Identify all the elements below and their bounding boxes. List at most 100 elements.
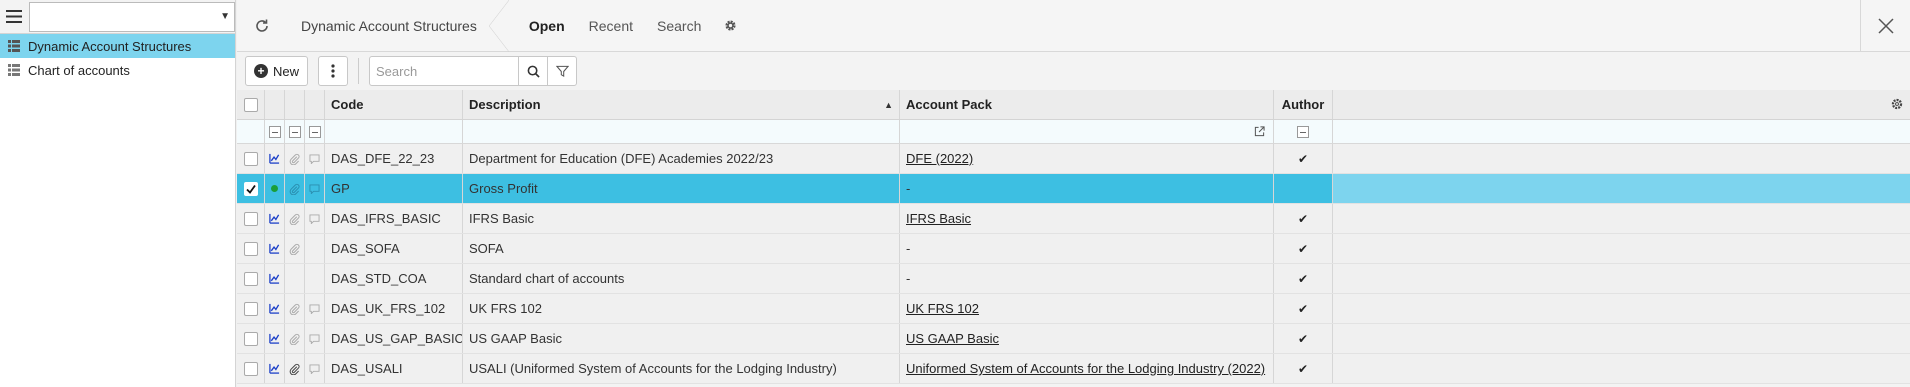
table-row[interactable]: DAS_STD_COA Standard chart of accounts - ✔: [237, 264, 1910, 294]
table-row[interactable]: DAS_USALI USALI (Uniformed System of Acco…: [237, 354, 1910, 384]
account-pack-link[interactable]: IFRS Basic: [906, 211, 971, 226]
chart-link-icon[interactable]: [269, 243, 280, 254]
new-button[interactable]: + New: [245, 56, 309, 86]
column-header-account-pack[interactable]: Account Pack: [900, 90, 1274, 119]
filter-button[interactable]: [547, 56, 578, 86]
close-icon[interactable]: [1860, 0, 1910, 52]
filter-description-input[interactable]: [463, 120, 900, 143]
account-pack-link[interactable]: US GAAP Basic: [906, 331, 999, 346]
chart-link-icon[interactable]: [269, 363, 280, 374]
chevron-down-icon: ▼: [220, 10, 230, 22]
table-row[interactable]: DAS_US_GAP_BASIC US GAAP Basic US GAAP Bas…: [237, 324, 1910, 354]
column-header-code[interactable]: Code: [325, 90, 463, 119]
comment-icon[interactable]: [309, 333, 320, 344]
comment-icon[interactable]: [309, 303, 320, 314]
more-options-button[interactable]: [318, 56, 349, 86]
main-panel: Dynamic Account Structures Open Recent S…: [237, 0, 1910, 387]
account-pack-link[interactable]: Uniformed System of Accounts for the Lod…: [906, 361, 1265, 376]
chart-link-icon[interactable]: [269, 303, 280, 314]
paperclip-icon[interactable]: [289, 183, 300, 195]
account-pack-link[interactable]: DFE (2022): [906, 151, 973, 166]
search-button[interactable]: [518, 56, 549, 86]
refresh-icon[interactable]: [237, 18, 287, 34]
column-header-author[interactable]: Author: [1274, 90, 1333, 119]
cell-code[interactable]: DAS_STD_COA: [325, 264, 463, 293]
row-checkbox[interactable]: [243, 361, 258, 376]
row-checkbox[interactable]: [243, 181, 258, 196]
row-checkbox[interactable]: [243, 211, 258, 226]
tab-open[interactable]: Open: [529, 18, 565, 34]
table-row[interactable]: DAS_UK_FRS_102 UK FRS 102 UK FRS 102 ✔: [237, 294, 1910, 324]
paperclip-icon[interactable]: [289, 243, 300, 255]
sidebar-item-chart-of-accounts[interactable]: Chart of accounts: [0, 58, 235, 82]
external-link-icon[interactable]: [1254, 126, 1265, 137]
cell-code[interactable]: DAS_USALI: [325, 354, 463, 383]
grid-icon: [8, 40, 20, 52]
cell-account-pack[interactable]: IFRS Basic: [900, 204, 1274, 233]
breadcrumb[interactable]: Dynamic Account Structures: [287, 0, 509, 52]
filter-toggle[interactable]: [265, 120, 285, 143]
cell-code[interactable]: DAS_SOFA: [325, 234, 463, 263]
cell-account-pack[interactable]: DFE (2022): [900, 144, 1274, 173]
column-settings-gear-icon[interactable]: [1890, 97, 1904, 114]
hamburger-menu-icon[interactable]: [0, 0, 28, 34]
chart-link-icon[interactable]: [269, 273, 280, 284]
cell-account-pack[interactable]: US GAAP Basic: [900, 324, 1274, 353]
filter-toggle[interactable]: [285, 120, 305, 143]
cell-code[interactable]: DAS_DFE_22_23: [325, 144, 463, 173]
paperclip-icon[interactable]: [289, 213, 300, 225]
table-row[interactable]: GP Gross Profit -: [237, 174, 1910, 204]
chart-link-icon[interactable]: [269, 213, 280, 224]
cell-description[interactable]: SOFA: [463, 234, 900, 263]
cell-description[interactable]: USALI (Uniformed System of Accounts for …: [463, 354, 900, 383]
column-header-description[interactable]: Description ▲: [463, 90, 900, 119]
cell-code[interactable]: DAS_US_GAP_BASIC: [325, 324, 463, 353]
author-check-icon: ✔: [1297, 211, 1309, 226]
table-row[interactable]: DAS_SOFA SOFA - ✔: [237, 234, 1910, 264]
table-row[interactable]: DAS_IFRS_BASIC IFRS Basic IFRS Basic ✔: [237, 204, 1910, 234]
select-all-checkbox[interactable]: [237, 90, 265, 119]
kebab-icon: [331, 64, 335, 78]
account-pack-link[interactable]: UK FRS 102: [906, 301, 979, 316]
module-select[interactable]: ▼: [29, 1, 235, 32]
cell-code[interactable]: DAS_IFRS_BASIC: [325, 204, 463, 233]
comment-icon[interactable]: [309, 363, 320, 374]
row-checkbox[interactable]: [243, 151, 258, 166]
tab-search[interactable]: Search: [657, 18, 701, 34]
filter-toggle[interactable]: [305, 120, 325, 143]
row-checkbox[interactable]: [243, 241, 258, 256]
filter-code-input[interactable]: [325, 120, 463, 143]
row-checkbox[interactable]: [243, 271, 258, 286]
chart-link-icon[interactable]: [269, 333, 280, 344]
paperclip-icon[interactable]: [289, 303, 300, 315]
comment-icon[interactable]: [309, 213, 320, 224]
cell-account-pack[interactable]: UK FRS 102: [900, 294, 1274, 323]
cell-description[interactable]: US GAAP Basic: [463, 324, 900, 353]
row-checkbox[interactable]: [243, 301, 258, 316]
cell-description[interactable]: Department for Education (DFE) Academies…: [463, 144, 900, 173]
table-row[interactable]: DAS_DFE_22_23 Department for Education (D…: [237, 144, 1910, 174]
cell-code[interactable]: DAS_UK_FRS_102: [325, 294, 463, 323]
cell-code[interactable]: GP: [325, 174, 463, 203]
paperclip-icon[interactable]: [289, 363, 300, 375]
toolbar: + New: [237, 52, 1910, 90]
sidebar-item-dynamic-account-structures[interactable]: Dynamic Account Structures: [0, 34, 235, 58]
gear-icon[interactable]: [723, 18, 738, 33]
sidebar-item-label: Dynamic Account Structures: [28, 38, 192, 54]
cell-description[interactable]: IFRS Basic: [463, 204, 900, 233]
cell-description[interactable]: Standard chart of accounts: [463, 264, 900, 293]
row-checkbox[interactable]: [243, 331, 258, 346]
cell-description[interactable]: Gross Profit: [463, 174, 900, 203]
search-input[interactable]: [369, 56, 520, 86]
chart-link-icon[interactable]: [269, 153, 280, 164]
cell-description[interactable]: UK FRS 102: [463, 294, 900, 323]
filter-toggle[interactable]: [1274, 120, 1333, 143]
paperclip-icon[interactable]: [289, 153, 300, 165]
filter-account-pack-input[interactable]: [900, 120, 1274, 143]
comment-icon[interactable]: [309, 153, 320, 164]
comment-icon[interactable]: [309, 183, 320, 194]
paperclip-icon[interactable]: [289, 333, 300, 345]
tab-recent[interactable]: Recent: [589, 18, 633, 34]
cell-account-pack[interactable]: Uniformed System of Accounts for the Lod…: [900, 354, 1274, 383]
author-check-icon: ✔: [1297, 271, 1309, 286]
